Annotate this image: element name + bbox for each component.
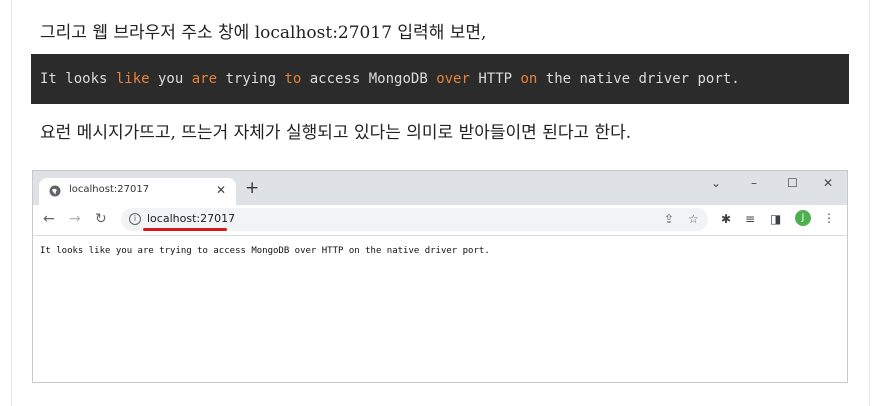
close-icon[interactable]: ✕: [216, 183, 226, 197]
page-border-left: [11, 0, 12, 406]
code-token: It looks: [40, 71, 116, 87]
address-bar[interactable]: i localhost:27017 ⇪ ☆: [121, 208, 708, 231]
url-text[interactable]: localhost:27017: [147, 212, 235, 225]
browser-screenshot: localhost:27017 ✕ + ⌄ – ☐ ✕ ← → ↻ i loca…: [32, 170, 848, 383]
maximize-button[interactable]: ☐: [787, 175, 798, 191]
forward-button[interactable]: →: [69, 211, 81, 227]
window-close-button[interactable]: ✕: [823, 175, 833, 191]
page-content-text: It looks like you are trying to access M…: [40, 246, 490, 256]
avatar[interactable]: J: [795, 210, 811, 226]
code-block: It looks like you are trying to access M…: [31, 54, 849, 104]
back-button[interactable]: ←: [43, 211, 55, 227]
code-token: access MongoDB: [301, 71, 437, 87]
paragraph-explanation: 요런 메시지가뜨고, 뜨는거 자체가 실행되고 있다는 의미로 받아들이면 된다…: [40, 123, 632, 143]
page-border-right: [869, 0, 870, 406]
globe-icon: [49, 185, 61, 197]
menu-icon[interactable]: ⋮: [823, 211, 835, 225]
code-keyword: to: [284, 71, 302, 87]
code-keyword: like: [115, 71, 150, 87]
code-token: the native driver port.: [537, 71, 740, 87]
reload-button[interactable]: ↻: [95, 211, 107, 227]
paragraph-intro: 그리고 웹 브라우저 주소 창에 localhost:27017 입력해 보면,: [40, 23, 487, 43]
minimize-button[interactable]: –: [751, 175, 757, 191]
tab-title: localhost:27017: [69, 184, 150, 195]
chevron-down-icon[interactable]: ⌄: [711, 175, 721, 191]
code-token: you: [149, 71, 192, 87]
extensions-icon[interactable]: ✱: [721, 212, 731, 226]
share-icon[interactable]: ⇪: [664, 212, 674, 226]
url-highlight-underline: [143, 228, 227, 231]
browser-toolbar: ← → ↻ i localhost:27017 ⇪ ☆ ✱ ≡ ◨ J ⋮: [33, 205, 847, 236]
tab-strip: localhost:27017 ✕ + ⌄ – ☐ ✕: [33, 171, 847, 205]
info-icon[interactable]: i: [129, 213, 141, 225]
reading-list-icon[interactable]: ≡: [745, 212, 755, 226]
code-keyword: on: [520, 71, 538, 87]
code-keyword: over: [436, 71, 470, 87]
new-tab-button[interactable]: +: [245, 180, 259, 197]
code-keyword: are: [191, 71, 218, 87]
code-token: trying: [217, 71, 285, 87]
browser-tab[interactable]: localhost:27017 ✕: [39, 178, 236, 205]
side-panel-icon[interactable]: ◨: [770, 212, 781, 226]
code-token: HTTP: [469, 71, 521, 87]
star-icon[interactable]: ☆: [688, 212, 699, 226]
